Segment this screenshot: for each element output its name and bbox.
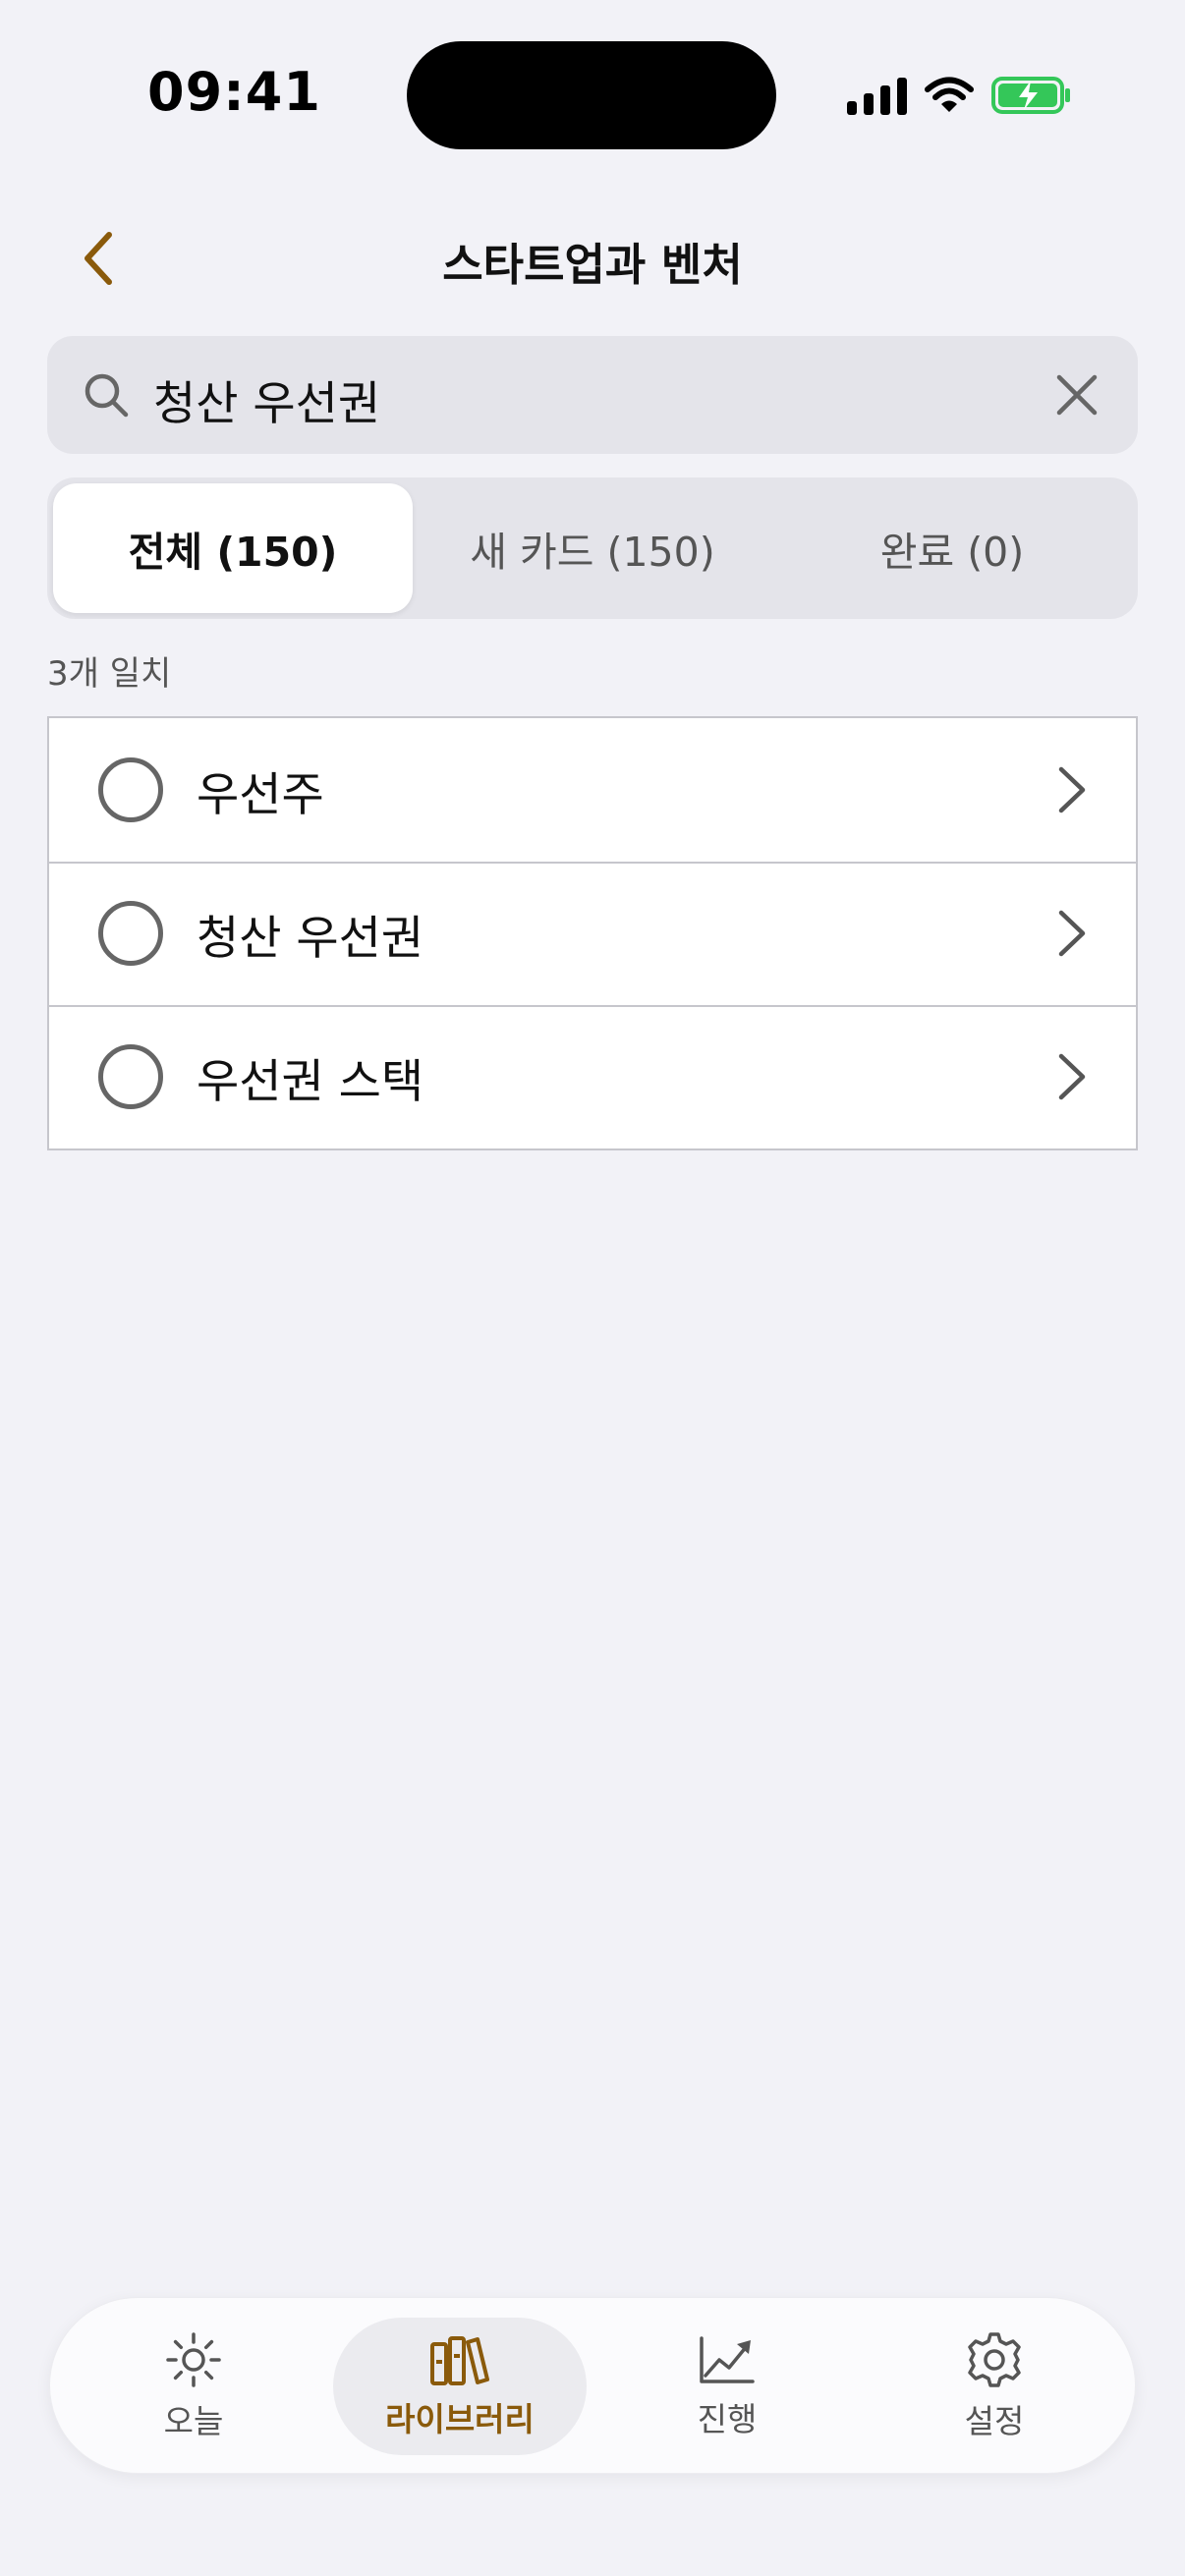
close-icon [1056, 374, 1098, 416]
tab-settings[interactable]: 설정 [868, 2318, 1121, 2455]
status-time: 09:41 [147, 61, 321, 123]
tab-progress[interactable]: 진행 [600, 2318, 854, 2455]
library-icon [430, 2336, 489, 2385]
tab-bar: 오늘 라이브러리 진행 설정 [49, 2297, 1136, 2474]
chevron-right-icon [1058, 910, 1086, 957]
battery-charging-icon [991, 77, 1070, 114]
page-title: 스타트업과 벤처 [442, 239, 743, 291]
list-item[interactable]: 우선주 [49, 718, 1136, 862]
list-item-label: 우선권 스택 [197, 1054, 424, 1109]
chevron-right-icon [1058, 1053, 1086, 1100]
wifi-icon [925, 77, 974, 112]
segment-completed[interactable]: 완료 (0) [772, 483, 1132, 613]
tab-library[interactable]: 라이브러리 [333, 2318, 587, 2455]
sun-icon [166, 2332, 221, 2387]
filter-segmented-control: 전체 (150) 새 카드 (150) 완료 (0) [47, 477, 1138, 619]
clear-search-button[interactable] [1051, 369, 1102, 420]
segment-new-cards[interactable]: 새 카드 (150) [413, 483, 772, 613]
screen: 09:41 스타트업과 벤처 청산 우선권 전체 (150) 새 카드 (150… [0, 0, 1185, 2576]
chevron-right-icon [1058, 766, 1086, 813]
search-icon [85, 373, 129, 418]
tab-label: 라이브러리 [385, 2400, 535, 2438]
list-item-label: 우선주 [197, 767, 324, 822]
status-icons [847, 73, 1072, 118]
segment-all[interactable]: 전체 (150) [53, 483, 413, 613]
list-item-label: 청산 우선권 [197, 911, 424, 966]
radio-circle-icon[interactable] [98, 1044, 163, 1109]
results-list: 우선주 청산 우선권 우선권 스택 [47, 716, 1138, 1150]
search-input[interactable]: 청산 우선권 [153, 365, 380, 433]
list-item[interactable]: 우선권 스택 [49, 1005, 1136, 1148]
radio-circle-icon[interactable] [98, 901, 163, 966]
gear-icon [968, 2332, 1021, 2387]
tab-label: 진행 [697, 2400, 758, 2438]
list-item[interactable]: 청산 우선권 [49, 862, 1136, 1005]
tab-label: 오늘 [163, 2402, 224, 2440]
tab-label: 설정 [964, 2402, 1025, 2440]
search-bar[interactable]: 청산 우선권 [47, 336, 1138, 454]
dynamic-island [407, 41, 776, 149]
tab-today[interactable]: 오늘 [67, 2318, 320, 2455]
cellular-signal-icon [847, 76, 907, 115]
chart-line-icon [700, 2336, 755, 2383]
radio-circle-icon[interactable] [98, 757, 163, 822]
match-count: 3개 일치 [47, 654, 172, 694]
